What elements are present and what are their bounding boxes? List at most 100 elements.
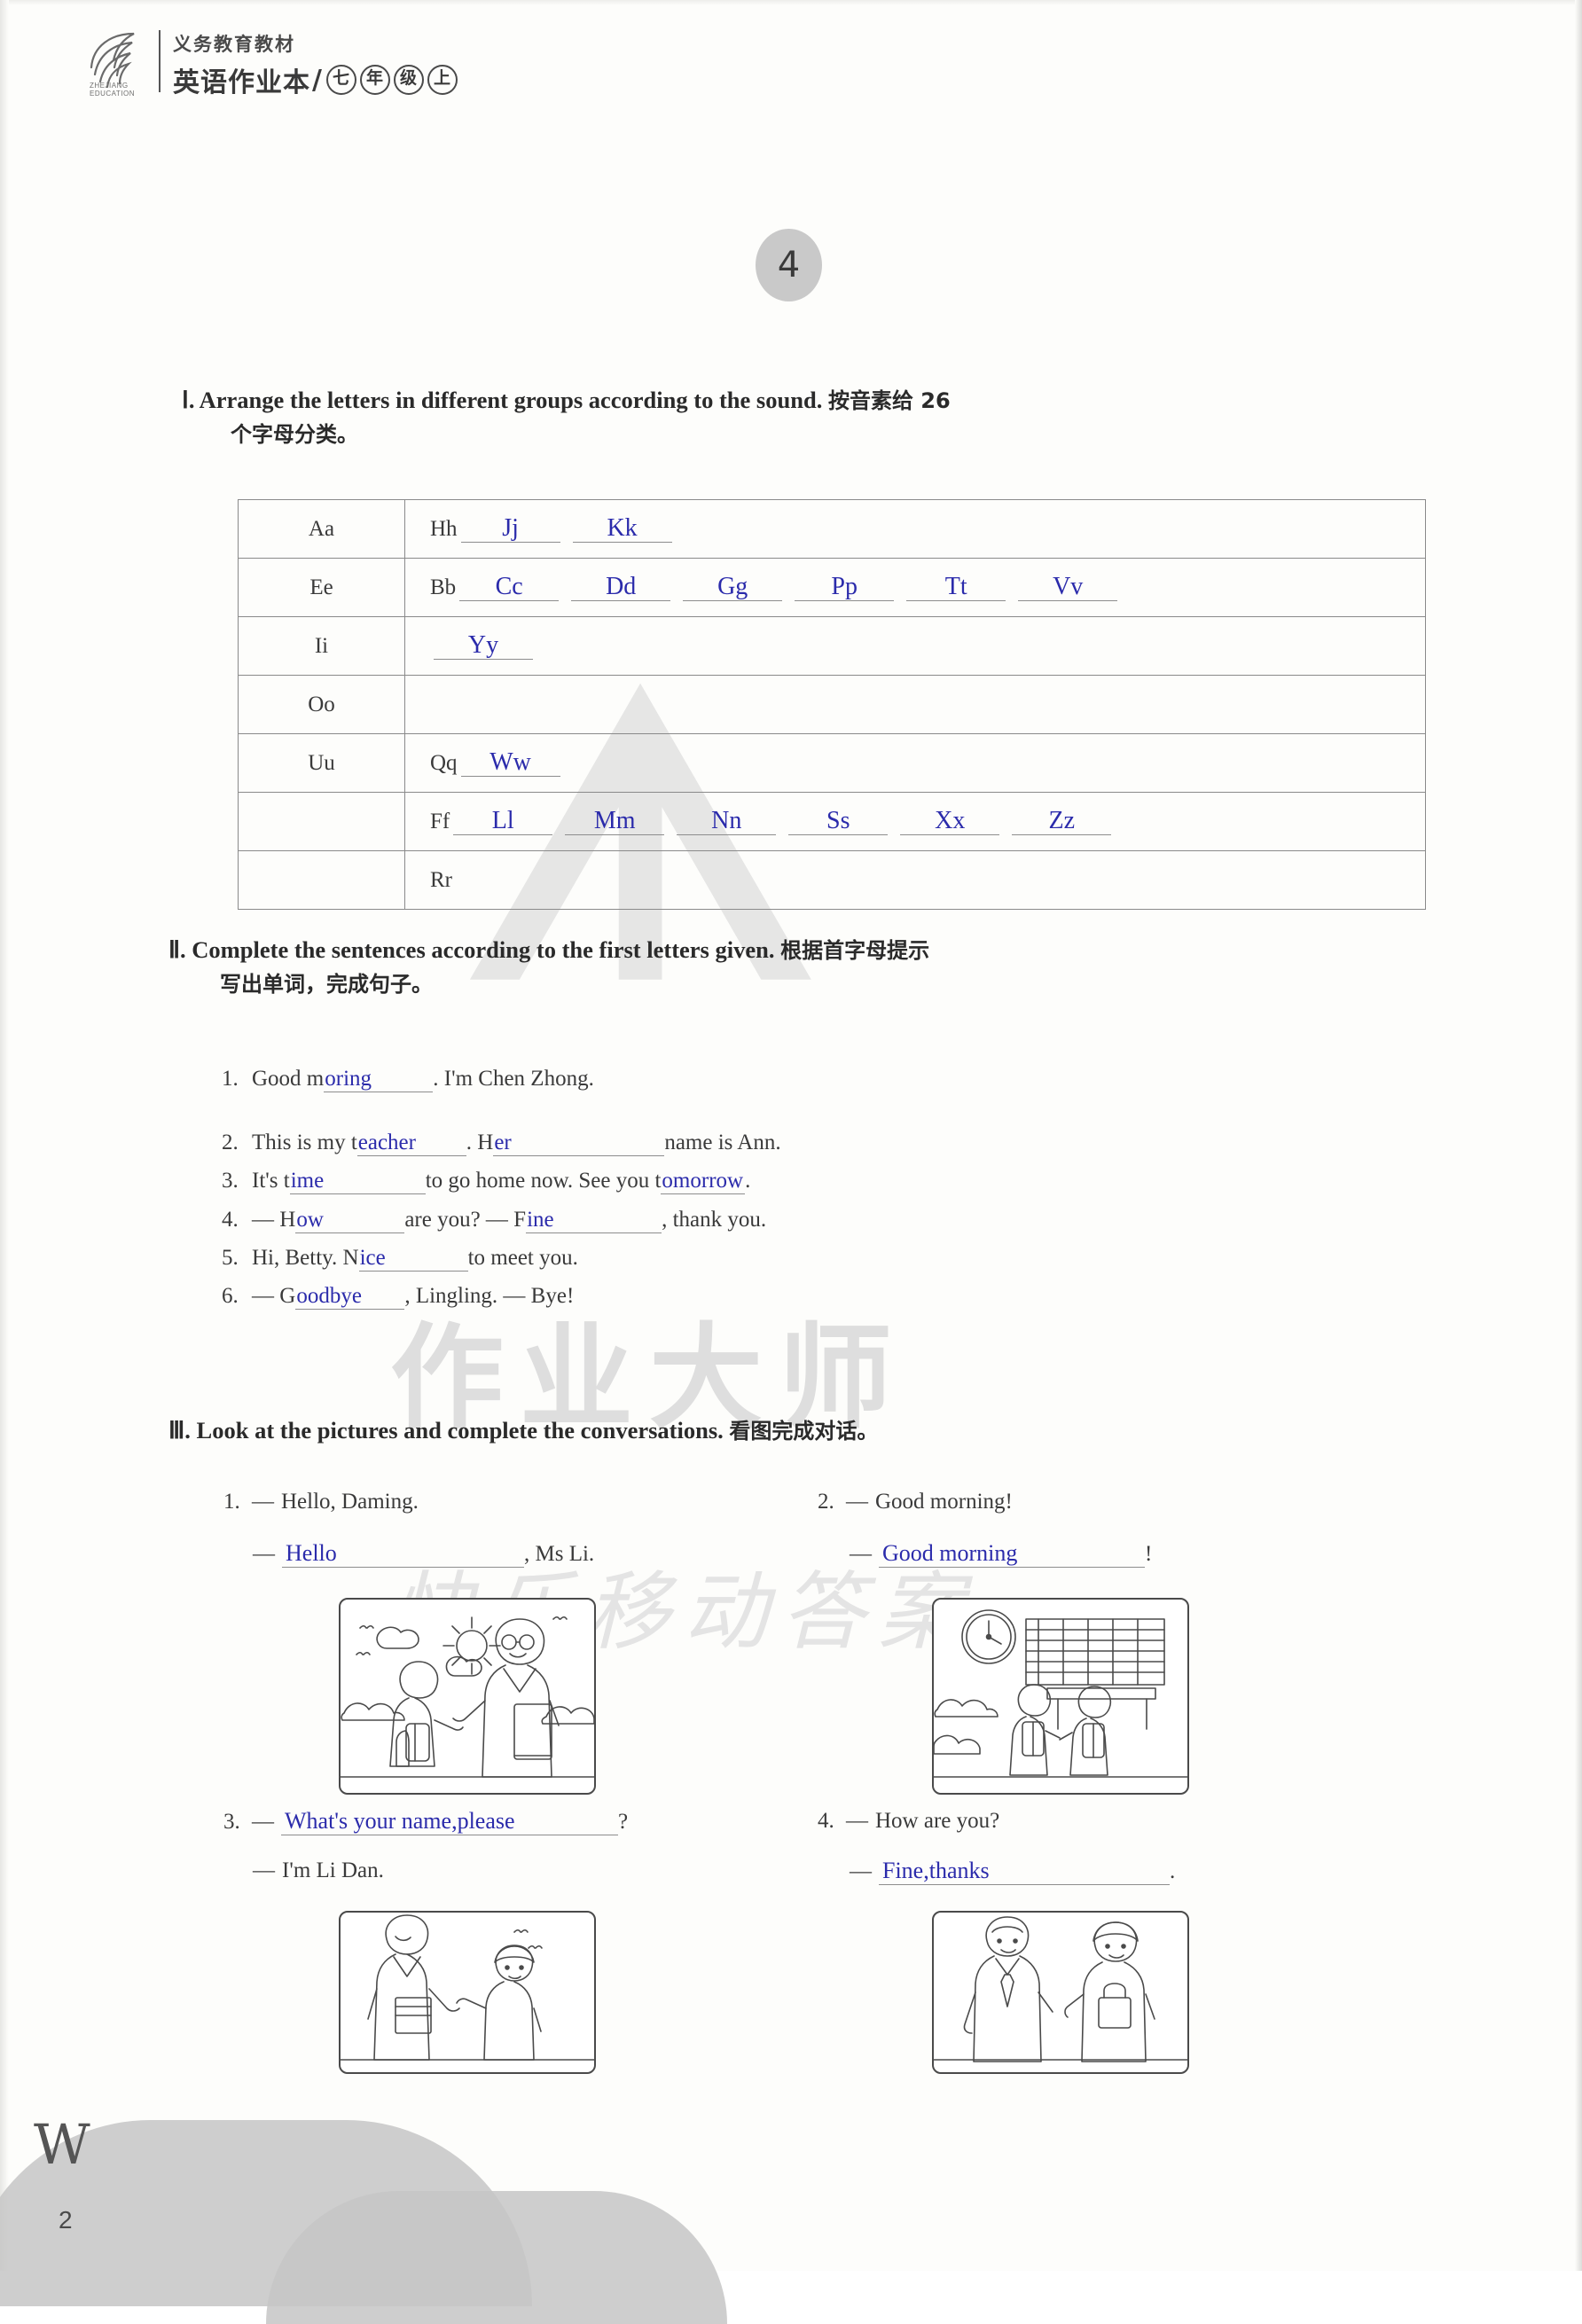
sentence-blank[interactable]: ime: [289, 1169, 426, 1195]
seed-letter: Bb: [430, 575, 457, 599]
handwritten-answer[interactable]: Jj: [460, 514, 560, 544]
seed-letter: Hh: [430, 516, 458, 541]
dialogue-number: 2.: [818, 1490, 834, 1514]
handwritten-answer[interactable]: Pp: [795, 573, 895, 602]
dialogue-dash: —: [252, 1810, 274, 1834]
sentence-blank[interactable]: oodbye: [295, 1284, 405, 1311]
exercise-3-heading: Ⅲ. Look at the pictures and complete the…: [168, 1413, 1410, 1449]
picture-teacher-asking-girl-name: [339, 1911, 596, 2074]
dialogue-dash: —: [846, 1809, 868, 1833]
sentence-text-after: .: [745, 1169, 751, 1193]
sentence-blank[interactable]: oring: [324, 1067, 434, 1093]
answer-cell[interactable]: Yy: [404, 616, 1426, 676]
scan-edge-top: [0, 0, 1582, 5]
vowel-cell-empty: [238, 850, 405, 910]
footer-decorative-letter: W: [34, 2112, 90, 2177]
seed-letter: Qq: [430, 750, 458, 775]
vowel-cell-empty: [238, 792, 405, 851]
dialogue-answer-blank[interactable]: Fine,thanks: [879, 1858, 1170, 1886]
handwritten-answer[interactable]: Ss: [788, 807, 889, 836]
table-row: Aa Hh Jj Kk: [238, 499, 1426, 559]
dialogue-2-reply: — Good morning!: [850, 1541, 1152, 1569]
handwritten-answer[interactable]: Dd: [571, 573, 671, 602]
sentence-blank[interactable]: omorrow: [661, 1169, 746, 1195]
publisher-logo-icon: ZHEJIANG EDUCATION: [84, 27, 148, 98]
handwritten-answer[interactable]: Zz: [1012, 807, 1112, 836]
dialogue-number: 3.: [223, 1810, 240, 1834]
title-slash: /: [312, 64, 323, 96]
handwritten-answer[interactable]: Cc: [459, 573, 560, 602]
sentence-1: 1. Good moring. I'm Chen Zhong.: [222, 1067, 594, 1093]
sentence-text-after: , Lingling. — Bye!: [404, 1284, 575, 1308]
dialogue-dash: —: [850, 1542, 872, 1566]
dialogue-answer-blank[interactable]: Good morning: [879, 1541, 1145, 1569]
answer-cell[interactable]: Hh Jj Kk: [404, 499, 1426, 559]
handwritten-answer[interactable]: Vv: [1018, 573, 1118, 602]
handwritten-answer[interactable]: Tt: [906, 573, 1006, 602]
dialogue-answer-blank[interactable]: What's your name,please: [281, 1809, 618, 1836]
handwritten-answer[interactable]: Nn: [677, 807, 777, 836]
sentence-text-before: It's t: [252, 1169, 290, 1193]
table-row: Oo: [238, 675, 1426, 734]
sentence-text-before: — G: [252, 1284, 296, 1308]
header-divider: [159, 30, 161, 92]
dialogue-prompt-text: Good morning!: [875, 1490, 1013, 1514]
sentence-text-after: to meet you.: [467, 1246, 578, 1270]
sentence-3: 3. It's time to go home now. See you tomor…: [222, 1169, 751, 1195]
grade-char-2: 年: [359, 65, 390, 95]
seed-letter: Ff: [430, 809, 450, 833]
exercise-2-chinese-line2: 写出单词，完成句子。: [220, 971, 433, 997]
exercise-1-heading: Ⅰ. Arrange the letters in different grou…: [182, 383, 1423, 450]
sentence-number: 6.: [222, 1284, 239, 1308]
grade-char-1: 七: [325, 65, 356, 95]
series-title: 义务教育教材: [173, 34, 295, 55]
handwritten-answer[interactable]: Xx: [900, 807, 1000, 836]
handwritten-answer[interactable]: Ll: [453, 807, 553, 836]
page-header: ZHEJIANG EDUCATION 义务教育教材 英语作业本 / 七 年 级 …: [84, 27, 458, 99]
answer-cell[interactable]: Rr: [404, 850, 1426, 910]
sentence-blank[interactable]: er: [493, 1131, 665, 1157]
dialogue-dash: —: [253, 1542, 275, 1566]
table-row: Ff Ll Mm Nn Ss Xx Zz: [238, 792, 1426, 851]
letter-sound-table: Aa Hh Jj Kk Ee Bb Cc Dd Gg Pp Tt Vv Ii Yy Oo: [238, 499, 1426, 910]
dialogue-1-prompt: 1. — Hello, Daming.: [223, 1490, 419, 1514]
exercise-2-chinese-line1: 根据首字母提示: [780, 938, 930, 963]
dialogue-1-reply: — Hello, Ms Li.: [253, 1541, 595, 1569]
vowel-cell: Oo: [238, 675, 405, 734]
vowel-cell: Aa: [238, 499, 405, 559]
sentence-blank[interactable]: ow: [295, 1208, 405, 1234]
dialogue-number: 1.: [223, 1490, 240, 1514]
dialogue-reply-text: I'm Li Dan.: [282, 1858, 384, 1882]
table-row: Rr: [238, 850, 1426, 910]
unit-number-badge: 4: [756, 229, 822, 301]
book-title: 英语作业本: [173, 67, 310, 98]
sentence-blank[interactable]: eacher: [356, 1131, 466, 1157]
sentence-blank[interactable]: ine: [526, 1208, 662, 1234]
exercise-3-chinese: 看图完成对话。: [729, 1419, 879, 1444]
handwritten-answer[interactable]: Ww: [460, 748, 560, 778]
dialogue-reply-tail: .: [1170, 1859, 1176, 1883]
dialogue-answer-blank[interactable]: Hello: [282, 1541, 524, 1569]
answer-cell[interactable]: Qq Ww: [404, 733, 1426, 793]
answer-cell-empty[interactable]: [404, 675, 1426, 734]
handwritten-answer[interactable]: Gg: [683, 573, 783, 602]
answer-cell[interactable]: Bb Cc Dd Gg Pp Tt Vv: [404, 558, 1426, 617]
dialogue-reply-tail: , Ms Li.: [524, 1542, 595, 1566]
sentence-5: 5. Hi, Betty. Nice to meet you.: [222, 1246, 578, 1272]
sentence-text-after: name is Ann.: [664, 1131, 781, 1154]
table-row: Uu Qq Ww: [238, 733, 1426, 793]
exercise-1-chinese-line2: 个字母分类。: [231, 421, 358, 447]
handwritten-answer[interactable]: Yy: [434, 631, 533, 661]
sentence-2: 2. This is my teacher. Her name is Ann.: [222, 1131, 781, 1157]
sentence-blank[interactable]: ice: [358, 1246, 468, 1272]
handwritten-answer[interactable]: Mm: [565, 807, 665, 836]
handwritten-answer[interactable]: Kk: [572, 514, 672, 544]
table-row: Ee Bb Cc Dd Gg Pp Tt Vv: [238, 558, 1426, 617]
answer-cell[interactable]: Ff Ll Mm Nn Ss Xx Zz: [404, 792, 1426, 851]
sentence-text-mid: are you? — F: [404, 1208, 527, 1232]
dialogue-3-reply: — I'm Li Dan.: [253, 1858, 384, 1883]
dialogue-2-prompt: 2. — Good morning!: [818, 1490, 1013, 1514]
dialogue-dash: —: [846, 1490, 868, 1514]
sentence-text-mid: to go home now. See you t: [425, 1169, 662, 1193]
sentence-text-after: , thank you.: [662, 1208, 767, 1232]
